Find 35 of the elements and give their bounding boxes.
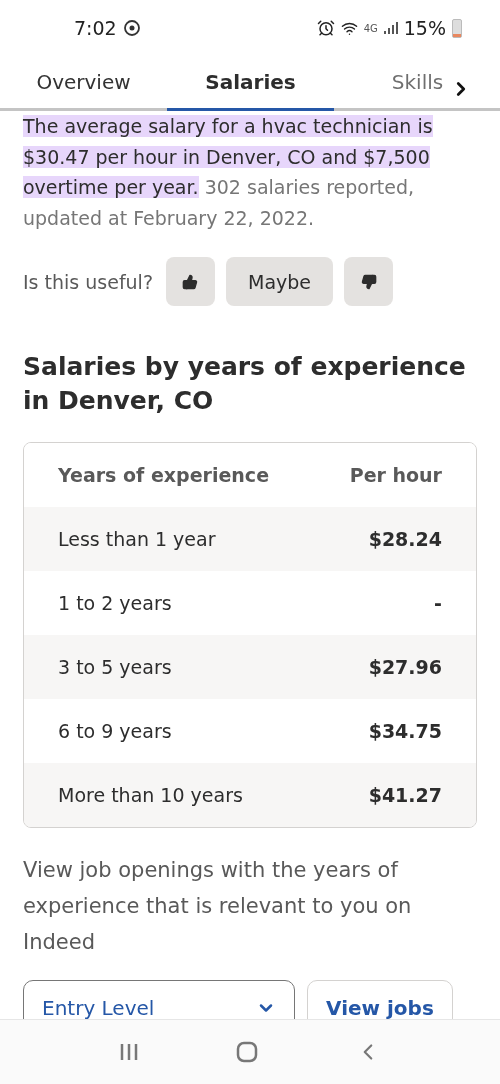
thumbs-up-icon <box>182 273 199 290</box>
sync-icon <box>122 19 141 37</box>
feedback-question: Is this useful? <box>23 270 153 293</box>
maybe-button[interactable]: Maybe <box>226 257 333 306</box>
home-icon[interactable] <box>236 1041 258 1063</box>
tab[interactable]: Skills <box>334 56 500 111</box>
table-cell: 3 to 5 years <box>58 656 172 678</box>
thumbs-down-icon <box>360 273 377 290</box>
table-cell: 1 to 2 years <box>58 592 172 614</box>
view-jobs-button[interactable]: View jobs <box>307 980 453 1019</box>
table-cell: $41.27 <box>368 784 442 806</box>
jobs-prompt: View job openings with the years of experience that is relevant to you on Indeed <box>23 857 413 956</box>
table-cell: 6 to 9 years <box>58 720 172 742</box>
table-cell: $34.75 <box>368 720 442 742</box>
thumbs-up-button[interactable] <box>166 257 215 306</box>
table-cell: Less than 1 year <box>58 528 216 550</box>
battery-percent: 15% <box>403 17 446 39</box>
table-cell: $27.96 <box>368 656 442 678</box>
network-type: 4G <box>363 22 378 34</box>
salary-summary: The average salary for a hvac technician is $30.47 per hour in Denver, CO and $7,500 overtime per year. 302 salaries reported, updated at February 22, 2022. <box>23 114 434 231</box>
thumbs-down-button[interactable] <box>344 257 393 306</box>
battery-icon <box>452 18 462 38</box>
table-cell: - <box>434 592 442 614</box>
tab[interactable]: Overview <box>0 56 167 111</box>
level-select[interactable]: Entry Level <box>23 980 295 1019</box>
column-header: Per hour <box>349 464 442 486</box>
table-cell: More than 10 years <box>58 784 243 806</box>
column-header: Years of experience <box>58 464 270 486</box>
tab[interactable]: Salaries <box>167 56 334 111</box>
table-cell: $28.24 <box>368 528 442 550</box>
signal-icon <box>383 21 398 35</box>
alarm-icon <box>316 19 335 37</box>
section-title: Salaries by years of experience in Denver, CO <box>23 351 467 417</box>
recent-apps-icon[interactable] <box>118 1043 139 1061</box>
clock-time: 7:02 <box>74 17 117 39</box>
